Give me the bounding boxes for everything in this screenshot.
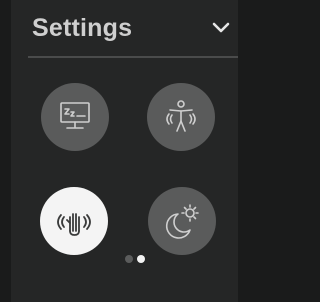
computer-sleep-icon xyxy=(60,102,90,129)
page-dot-current[interactable] xyxy=(137,255,145,263)
hand-wave-gesture-icon xyxy=(57,213,91,236)
body-motion-icon xyxy=(166,100,196,132)
page-dot[interactable] xyxy=(125,255,133,263)
body-motion-toggle-button[interactable] xyxy=(147,83,215,151)
night-mode-toggle-button[interactable] xyxy=(148,187,216,255)
header-divider xyxy=(28,56,238,58)
settings-header[interactable]: Settings xyxy=(11,0,238,58)
hand-wave-toggle-button[interactable] xyxy=(40,187,108,255)
sleep-toggle-button[interactable] xyxy=(41,83,109,151)
chevron-down-icon[interactable] xyxy=(212,21,230,35)
settings-panel: Settings xyxy=(11,0,238,302)
moon-sun-icon xyxy=(165,204,199,239)
settings-title: Settings xyxy=(32,14,133,42)
page-indicator xyxy=(115,252,155,266)
